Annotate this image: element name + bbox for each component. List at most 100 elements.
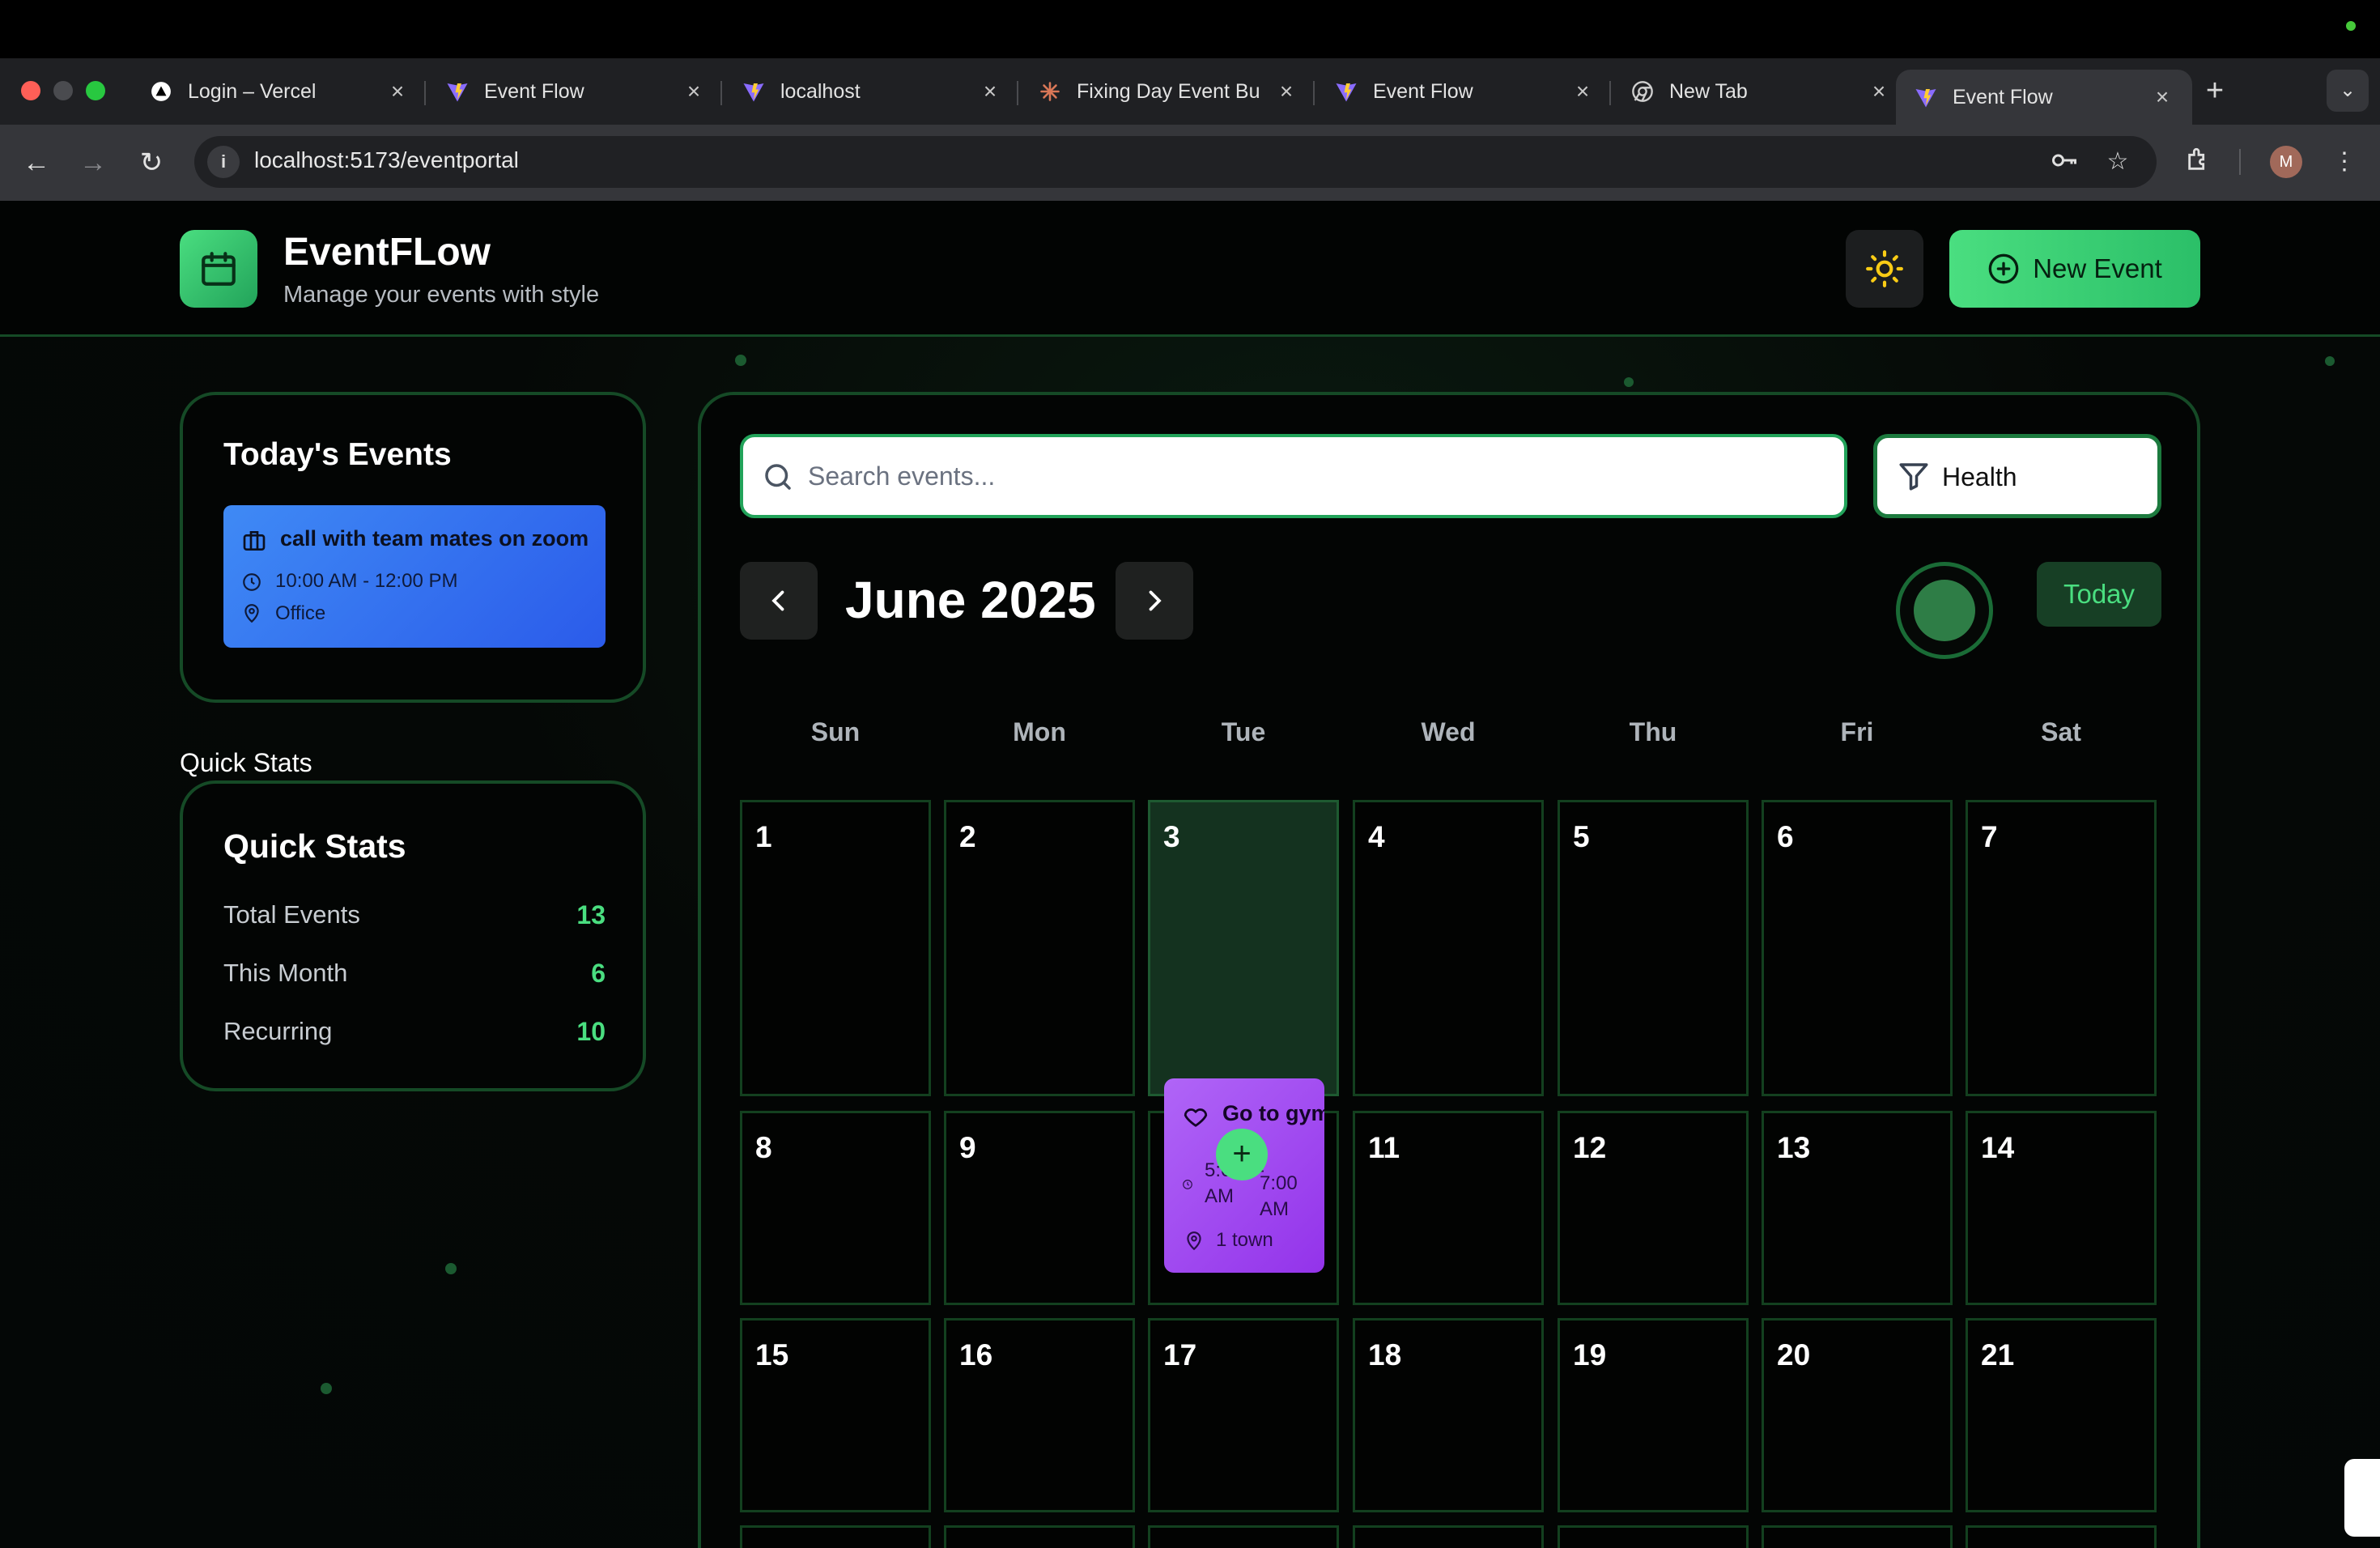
calendar-day-cell[interactable]: 18	[1353, 1318, 1544, 1512]
day-number: 11	[1368, 1131, 1400, 1164]
browser-tab[interactable]: localhost ×	[724, 70, 1020, 113]
tab-close-icon[interactable]: ×	[1867, 79, 1891, 104]
calendar-day-cell[interactable]: 14	[1966, 1111, 2157, 1305]
day-number: 2	[959, 820, 976, 853]
browser-menu-icon[interactable]: ⋮	[2328, 146, 2361, 178]
forward-button[interactable]: →	[73, 142, 113, 183]
calendar-day-cell[interactable]	[1148, 1525, 1339, 1548]
weekday-header: Sat	[2041, 717, 2081, 746]
background-dot	[445, 1263, 457, 1274]
new-tab-button[interactable]: +	[2197, 73, 2233, 108]
tab-close-icon[interactable]: ×	[978, 79, 1002, 104]
tab-title: Login – Vercel	[188, 79, 317, 103]
calendar-day-cell[interactable]	[1762, 1525, 1953, 1548]
calendar-day-cell[interactable]	[944, 1525, 1135, 1548]
stat-total-events-value: 13	[576, 900, 606, 929]
calendar-day-cell[interactable]: 19	[1558, 1318, 1749, 1512]
day-number: 18	[1368, 1338, 1402, 1372]
profile-avatar[interactable]: M	[2270, 146, 2302, 178]
close-window-button[interactable]	[21, 81, 40, 100]
filter-icon	[1899, 463, 1928, 491]
minimize-window-button[interactable]	[53, 81, 73, 100]
calendar-day-cell[interactable]: 12	[1558, 1111, 1749, 1305]
tab-close-icon[interactable]: ×	[1570, 79, 1595, 104]
search-box[interactable]	[740, 434, 1847, 518]
calendar-day-cell[interactable]: 9	[944, 1111, 1135, 1305]
background-dot	[2325, 356, 2335, 366]
quick-stats-title: Quick Stats	[223, 827, 406, 865]
tab-separator	[1313, 81, 1315, 105]
day-number: 8	[755, 1131, 772, 1164]
browser-tab[interactable]: Event Flow ×	[1316, 70, 1613, 113]
day-number: 7	[1981, 820, 1998, 853]
calendar-day-cell[interactable]: 21	[1966, 1318, 2157, 1512]
day-number: 4	[1368, 820, 1385, 853]
calendar-day-cell[interactable]: 13	[1762, 1111, 1953, 1305]
calendar-day-cell[interactable]: 16	[944, 1318, 1135, 1512]
calendar-day-cell[interactable]: 2	[944, 800, 1135, 1096]
tab-close-icon[interactable]: ×	[1274, 79, 1298, 104]
weekday-header: Fri	[1840, 717, 1874, 746]
day-number: 19	[1573, 1338, 1607, 1372]
calendar-day-cell[interactable]: 1	[740, 800, 931, 1096]
calendar-day-cell[interactable]: 4	[1353, 800, 1544, 1096]
site-info-icon[interactable]: i	[207, 146, 240, 178]
day-number: 1	[755, 820, 772, 853]
plus-circle-icon	[1988, 253, 2019, 284]
calendar-day-cell[interactable]: 11	[1353, 1111, 1544, 1305]
bookmark-star-icon[interactable]: ☆	[2102, 146, 2134, 178]
today-button[interactable]: Today	[2037, 562, 2161, 627]
calendar-day-cell[interactable]: 8	[740, 1111, 931, 1305]
tab-close-icon[interactable]: ×	[682, 79, 706, 104]
today-event-card[interactable]: call with team mates on zoom 10:00 AM - …	[223, 505, 606, 648]
browser-tab[interactable]: Fixing Day Event Bu ×	[1020, 70, 1316, 113]
new-event-label: New Event	[2033, 253, 2162, 283]
filter-value: Health	[1942, 462, 2017, 491]
reload-button[interactable]: ↻	[131, 142, 172, 183]
new-event-button[interactable]: New Event	[1949, 230, 2200, 308]
quick-stats-label: Quick Stats	[180, 748, 312, 777]
search-input[interactable]	[808, 460, 1779, 492]
back-button[interactable]: ←	[16, 142, 57, 183]
calendar-day-cell[interactable]: 15	[740, 1318, 931, 1512]
tab-separator	[1609, 81, 1611, 105]
tab-title: Event Flow	[484, 79, 584, 103]
calendar-day-cell[interactable]: 3	[1148, 800, 1339, 1096]
browser-tab[interactable]: Event Flow ×	[1896, 70, 2192, 125]
extensions-icon[interactable]	[2182, 146, 2215, 178]
calendar-day-cell[interactable]	[1966, 1525, 2157, 1548]
calendar-day-cell[interactable]: 5	[1558, 800, 1749, 1096]
url-text[interactable]: localhost:5173/eventportal	[254, 147, 519, 173]
tab-title: Fixing Day Event Bu	[1077, 79, 1260, 103]
calendar-day-cell[interactable]: 20	[1762, 1318, 1953, 1512]
calendar-day-cell[interactable]: 6	[1762, 800, 1953, 1096]
browser-tab[interactable]: Event Flow ×	[427, 70, 724, 113]
calendar-day-cell[interactable]	[740, 1525, 931, 1548]
tab-close-icon[interactable]: ×	[385, 79, 410, 104]
calendar-day-cell[interactable]: 7	[1966, 800, 2157, 1096]
browser-tab[interactable]: New Tab ×	[1613, 70, 1909, 113]
theme-toggle-button[interactable]	[1846, 230, 1923, 308]
next-month-button[interactable]	[1116, 562, 1193, 640]
tab-title: Event Flow	[1373, 79, 1473, 103]
stat-total-events-label: Total Events	[223, 900, 360, 929]
calendar-day-cell[interactable]	[1558, 1525, 1749, 1548]
calendar-day-cell[interactable]	[1353, 1525, 1544, 1548]
tab-close-icon[interactable]: ×	[2150, 84, 2174, 110]
previous-month-button[interactable]	[740, 562, 818, 640]
browser-tab[interactable]: Login – Vercel ×	[131, 70, 427, 113]
weekday-header: Thu	[1629, 717, 1677, 746]
calendar-day-cell[interactable]: 17	[1148, 1318, 1339, 1512]
maximize-window-button[interactable]	[86, 81, 105, 100]
category-filter-select[interactable]: Health	[1873, 434, 2161, 518]
tab-title: Event Flow	[1953, 85, 2053, 108]
side-panel-handle[interactable]	[2344, 1459, 2380, 1537]
tab-title: New Tab	[1669, 79, 1748, 103]
add-event-plus-button[interactable]: +	[1216, 1129, 1268, 1180]
tab-search-button[interactable]: ⌄	[2327, 70, 2369, 112]
app-root: EventFLow Manage your events with style …	[0, 201, 2380, 1548]
chevron-left-icon	[771, 590, 784, 611]
vercel-icon	[149, 79, 173, 104]
password-key-icon[interactable]	[2048, 146, 2080, 178]
weekday-header: Wed	[1421, 717, 1476, 746]
